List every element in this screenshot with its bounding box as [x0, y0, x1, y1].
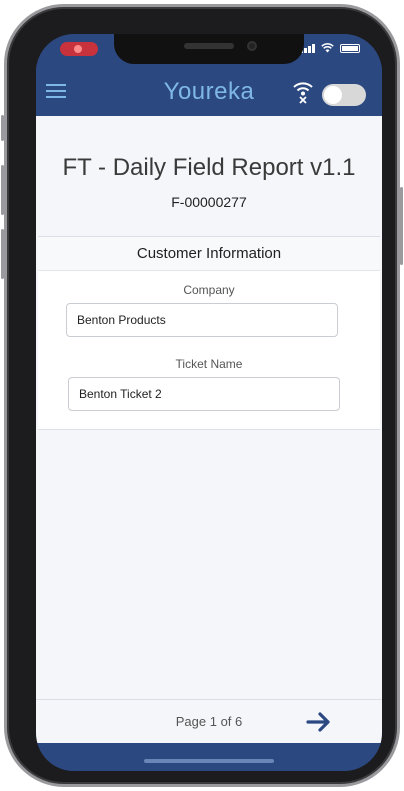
form-content: FT - Daily Field Report v1.1 F-00000277 …	[36, 116, 382, 699]
wifi-off-icon	[293, 82, 313, 104]
form-title: FT - Daily Field Report v1.1	[62, 154, 356, 181]
silent-switch	[1, 115, 4, 141]
app-header: Youreka	[36, 64, 382, 116]
notch	[114, 34, 304, 64]
record-dot	[74, 45, 82, 53]
toggle-knob	[324, 86, 342, 104]
bottom-bar	[36, 743, 382, 771]
company-label: Company	[183, 283, 235, 297]
offline-mode-toggle[interactable]	[322, 84, 366, 106]
volume-down-button	[1, 229, 4, 279]
phone-frame: Youreka FT - Daily Field Report v1.1 F-0…	[1, 4, 403, 787]
form-id: F-00000277	[171, 194, 247, 210]
status-icons	[300, 43, 360, 53]
power-button	[400, 187, 403, 265]
speaker-grille	[184, 43, 234, 49]
ticket-name-label: Ticket Name	[175, 357, 243, 371]
wifi-icon	[321, 43, 334, 53]
customer-information-section: Customer Information Company Ticket Name	[38, 236, 380, 430]
front-camera	[247, 41, 257, 51]
arrow-right-icon[interactable]	[306, 710, 332, 734]
company-input[interactable]	[66, 303, 338, 337]
pagination-footer: Page 1 of 6	[36, 699, 382, 743]
battery-icon	[340, 44, 360, 53]
home-indicator[interactable]	[144, 759, 274, 763]
section-title: Customer Information	[38, 237, 380, 271]
record-indicator-icon	[60, 42, 98, 56]
volume-up-button	[1, 165, 4, 215]
screen: Youreka FT - Daily Field Report v1.1 F-0…	[36, 34, 382, 771]
ticket-name-input[interactable]	[68, 377, 340, 411]
